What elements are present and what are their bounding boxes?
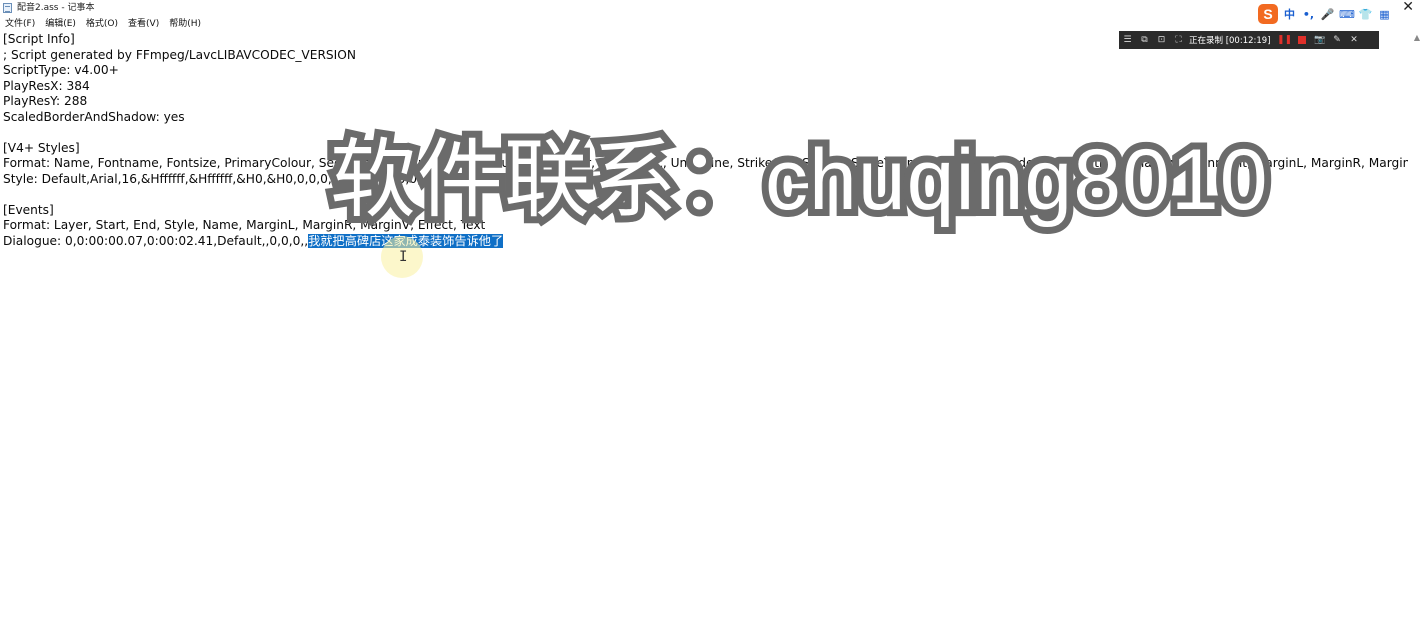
watermark-text: 软件联系：chuqing8010 (330, 132, 1269, 228)
close-button[interactable]: ✕ (1402, 0, 1414, 15)
menu-format[interactable]: 格式(O) (81, 16, 123, 32)
editor-line: [Events] (3, 202, 54, 217)
ime-toolbar: S 中 •, 🎤 ⌨ 👕 ▦ (1258, 3, 1392, 25)
ime-chinese-mode-button[interactable]: 中 (1282, 6, 1297, 22)
menu-bar: 文件(F) 编辑(E) 格式(O) 查看(V) 帮助(H) (0, 16, 206, 32)
menu-edit[interactable]: 编辑(E) (40, 16, 81, 32)
menu-view[interactable]: 查看(V) (123, 16, 164, 32)
text-cursor-icon: I (399, 249, 408, 265)
dialogue-prefix: Dialogue: 0,0:00:00.07,0:00:02.41,Defaul… (3, 233, 309, 248)
toolbox-icon[interactable]: ▦ (1377, 8, 1392, 21)
ime-punctuation-button[interactable]: •, (1301, 8, 1316, 21)
keyboard-icon[interactable]: ⌨ (1339, 8, 1355, 21)
scroll-up-icon[interactable]: ▲ (1414, 33, 1420, 42)
title-bar: 配音2.ass - 记事本 ✕ (0, 0, 1422, 16)
sogou-logo-icon[interactable]: S (1258, 4, 1278, 24)
notepad-icon (3, 3, 12, 13)
menu-file[interactable]: 文件(F) (0, 16, 40, 32)
editor-line: [V4+ Styles] (3, 140, 80, 155)
editor-line: ScriptType: v4.00+ (3, 63, 119, 77)
editor-line: ; Script generated by FFmpeg/LavcLIBAVCO… (3, 47, 356, 62)
microphone-icon[interactable]: 🎤 (1320, 8, 1335, 21)
skin-icon[interactable]: 👕 (1358, 8, 1373, 21)
window-title: 配音2.ass - 记事本 (17, 3, 95, 13)
editor-line: ScaledBorderAndShadow: yes (3, 109, 185, 124)
editor-line: PlayResY: 288 (3, 94, 88, 108)
editor-line: [Script Info] (3, 32, 75, 46)
menu-help[interactable]: 帮助(H) (164, 16, 206, 32)
editor-line: PlayResX: 384 (3, 78, 90, 93)
